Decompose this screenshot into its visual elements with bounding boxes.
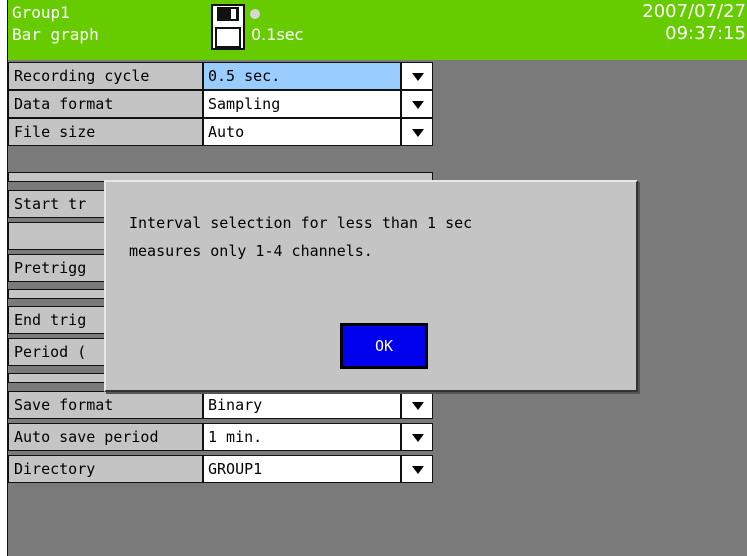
dialog-message-line-1: Interval selection for less than 1 sec [129,214,473,232]
file-size-value[interactable]: Auto [203,118,401,146]
data-format-value[interactable]: Sampling [203,90,401,118]
dialog-message-line-2: measures only 1-4 channels. [129,242,373,260]
recording-cycle-dropdown-arrow-icon[interactable] [401,62,433,90]
auto-save-period-dropdown-arrow-icon[interactable] [401,423,433,451]
save-format-value[interactable]: Binary [203,391,401,419]
auto-save-period-value[interactable]: 1 min. [203,423,401,451]
auto-save-period-label: Auto save period [8,423,203,451]
save-format-dropdown-arrow-icon[interactable] [401,391,433,419]
date-display: 2007/07/27 [642,1,746,22]
group-name: Group1 [12,3,70,22]
file-size-label: File size [8,118,203,146]
device-display: Group1 Bar graph 0.1sec 2007/07/27 09:37… [7,0,747,556]
floppy-disk-icon [211,4,245,50]
sampling-interval: 0.1sec [251,25,304,44]
data-format-dropdown-arrow-icon[interactable] [401,90,433,118]
file-size-dropdown-arrow-icon[interactable] [401,118,433,146]
status-header: Group1 Bar graph 0.1sec 2007/07/27 09:37… [8,0,747,60]
recording-cycle-value[interactable]: 0.5 sec. [203,62,401,90]
time-display: 09:37:15 [665,23,746,44]
recording-cycle-label: Recording cycle [8,62,203,90]
display-mode: Bar graph [12,25,99,44]
directory-label: Directory [8,455,203,483]
ok-button[interactable]: OK [340,323,428,369]
message-dialog: Interval selection for less than 1 sec m… [104,180,638,392]
screen: Group1 Bar graph 0.1sec 2007/07/27 09:37… [0,0,747,556]
save-format-label: Save format [8,391,203,419]
data-format-label: Data format [8,90,203,118]
status-dot-icon [250,9,260,19]
directory-dropdown-arrow-icon[interactable] [401,455,433,483]
directory-value[interactable]: GROUP1 [203,455,401,483]
